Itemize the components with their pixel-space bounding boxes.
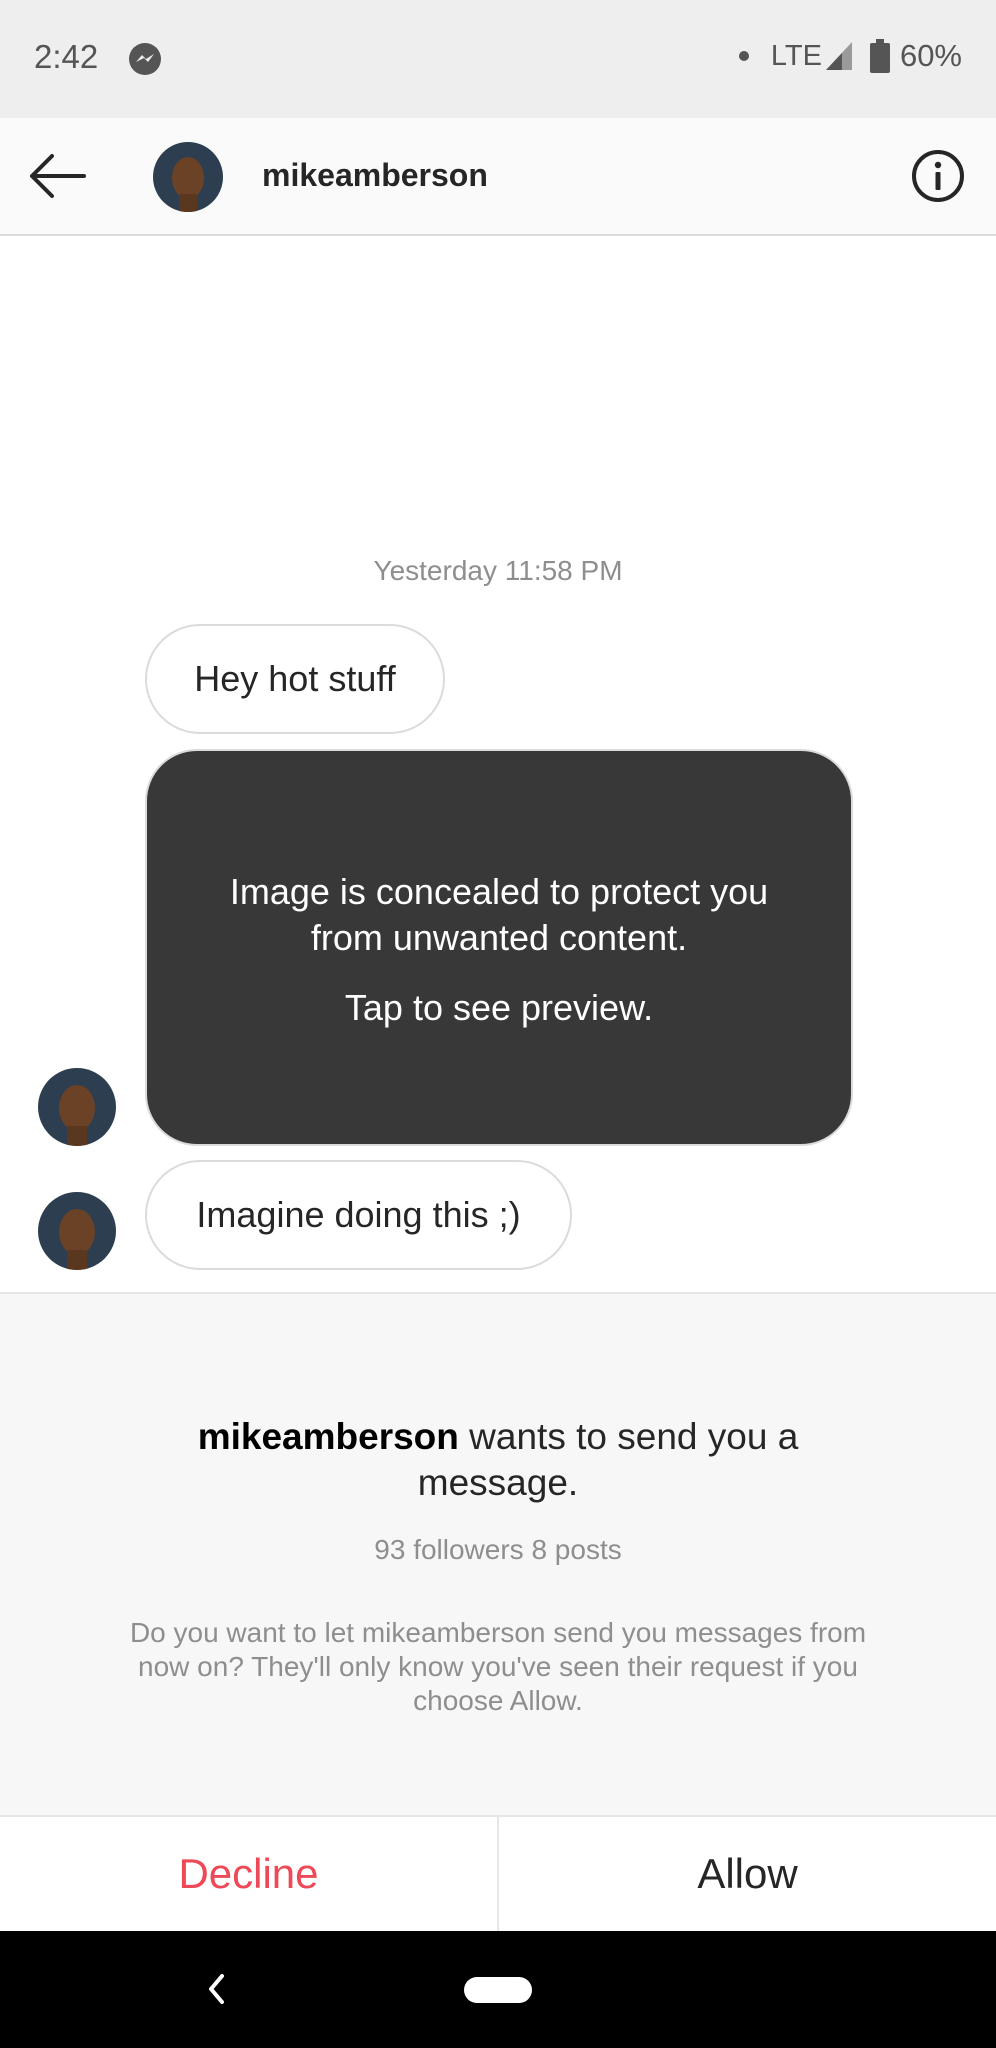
- concealed-notice: Image is concealed to protect you from u…: [229, 871, 769, 958]
- request-description: Do you want to let mikeamberson send you…: [129, 1617, 867, 1716]
- signal-icon: [825, 42, 852, 70]
- avatar-image: [153, 142, 223, 212]
- concealed-image-message[interactable]: Image is concealed to protect you from u…: [145, 749, 853, 1146]
- request-stats: 93 followers 8 posts: [374, 1534, 622, 1565]
- avatar-image: [38, 1192, 116, 1270]
- status-indicators: LTE 60%: [738, 38, 962, 74]
- message-request-panel: mikeamberson wants to send you a message…: [0, 1292, 996, 1815]
- message-bubble[interactable]: Hey hot stuff: [145, 624, 445, 734]
- status-bar: 2:42 LTE 60%: [0, 0, 996, 118]
- messenger-icon: [129, 43, 161, 75]
- request-title: mikeamberson wants to send you a message…: [0, 1414, 996, 1506]
- nav-back-icon[interactable]: [205, 1971, 227, 2007]
- system-nav-bar: [0, 1931, 996, 2048]
- avatar[interactable]: [153, 142, 223, 212]
- nav-home-button[interactable]: [464, 1977, 532, 2003]
- network-type: LTE: [770, 39, 822, 72]
- conversation-header: mikeamberson: [0, 118, 996, 236]
- allow-button[interactable]: Allow: [499, 1817, 996, 1931]
- message-bubble[interactable]: Imagine doing this ;): [145, 1160, 572, 1270]
- header-username[interactable]: mikeamberson: [262, 157, 488, 194]
- avatar[interactable]: [38, 1068, 116, 1146]
- avatar[interactable]: [38, 1192, 116, 1270]
- back-arrow-icon[interactable]: [26, 150, 88, 202]
- avatar-image: [38, 1068, 116, 1146]
- info-icon[interactable]: [910, 148, 966, 204]
- dot-icon: [738, 51, 749, 61]
- battery-icon: [869, 39, 890, 73]
- request-title-text: wants to send you a message.: [417, 1416, 799, 1503]
- request-username[interactable]: mikeamberson: [198, 1416, 459, 1457]
- tap-to-preview: Tap to see preview.: [344, 987, 654, 1028]
- decline-button[interactable]: Decline: [0, 1817, 499, 1931]
- battery-level: 60%: [899, 38, 962, 73]
- request-actions: Decline Allow: [0, 1815, 996, 1931]
- message-timestamp: Yesterday 11:58 PM: [373, 555, 623, 586]
- status-time: 2:42: [34, 38, 99, 75]
